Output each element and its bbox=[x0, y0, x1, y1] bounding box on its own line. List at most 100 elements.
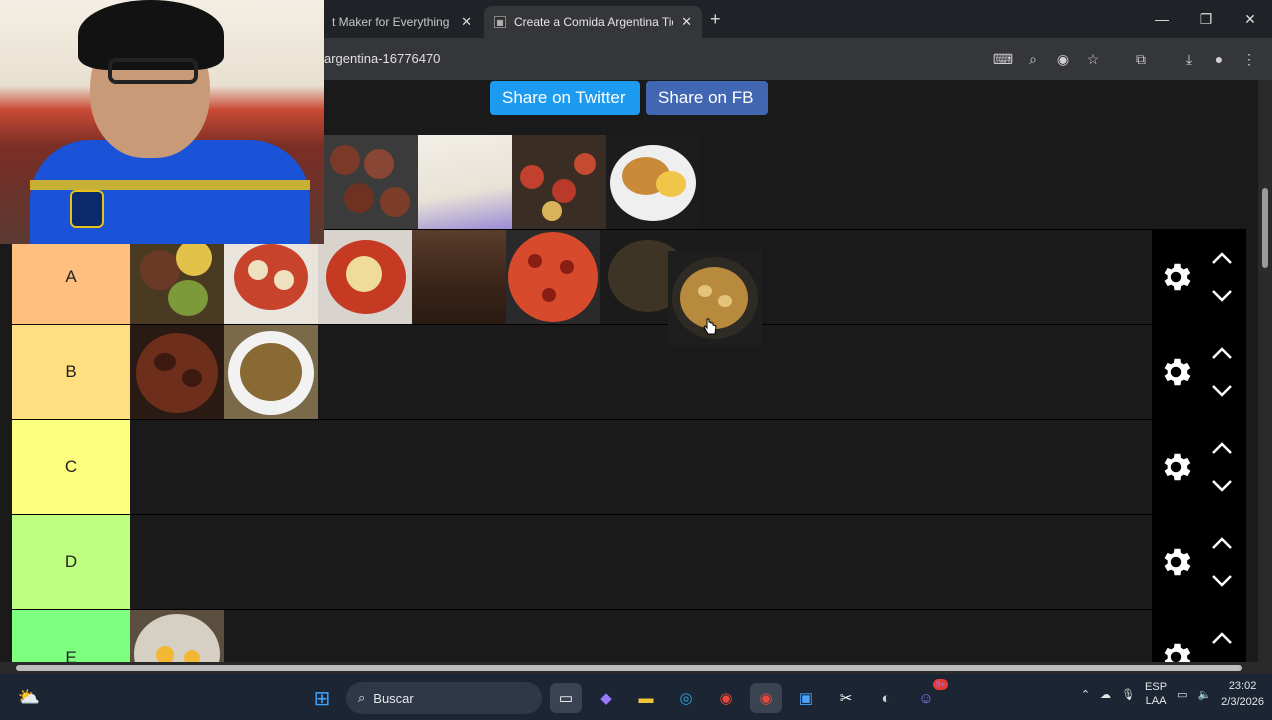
tier-row-b: B bbox=[12, 325, 1246, 420]
network-icon[interactable]: ▭ bbox=[1177, 688, 1187, 701]
bookmark-star-icon[interactable]: ☆ bbox=[1078, 51, 1108, 68]
chevron-up-icon[interactable] bbox=[1210, 345, 1234, 361]
horizontal-scrollbar[interactable] bbox=[0, 662, 1272, 674]
chevron-up-icon[interactable] bbox=[1210, 250, 1234, 266]
tab-tier-maker[interactable]: t Maker for Everything - ✕ bbox=[322, 6, 482, 38]
search-placeholder: Buscar bbox=[373, 690, 414, 706]
tier-controls-d bbox=[1152, 515, 1246, 609]
address-bar[interactable]: argentina-16776470 bbox=[322, 44, 962, 74]
weather-icon[interactable]: ⛅ bbox=[14, 682, 44, 712]
tab-title: Create a Comida Argentina Tie bbox=[514, 15, 674, 29]
window-controls: — ❐ ✕ bbox=[1140, 0, 1272, 38]
tier-label-e[interactable]: E bbox=[12, 610, 130, 662]
food-item-ravioles[interactable] bbox=[318, 230, 412, 324]
restore-button[interactable]: ❐ bbox=[1184, 0, 1228, 38]
tier-label-c[interactable]: C bbox=[12, 420, 130, 514]
tier-items-b bbox=[130, 325, 318, 419]
profile-avatar[interactable]: ● bbox=[1204, 51, 1234, 67]
webcam-jersey-badge bbox=[70, 190, 104, 228]
extensions-icon[interactable]: ⧉ bbox=[1126, 51, 1156, 68]
hand-cursor-icon bbox=[703, 318, 717, 335]
menu-icon[interactable]: ⋮ bbox=[1234, 51, 1264, 68]
notification-badge: 9+ bbox=[932, 679, 948, 690]
tier-items bbox=[324, 135, 700, 229]
tab-comida-argentina[interactable]: ▦ Create a Comida Argentina Tie ✕ bbox=[484, 6, 702, 38]
windows-start-icon[interactable]: ⊞ bbox=[306, 683, 338, 713]
tier-row-c: C bbox=[12, 420, 1246, 515]
chrome-active-icon[interactable]: ◉ bbox=[750, 683, 782, 713]
gear-icon[interactable] bbox=[1158, 259, 1194, 295]
webcam-overlay bbox=[0, 0, 324, 244]
gear-icon[interactable] bbox=[1158, 544, 1194, 580]
download-icon[interactable]: ⤓ bbox=[1174, 51, 1204, 68]
chevron-up-icon[interactable] bbox=[1210, 535, 1234, 551]
gear-icon[interactable] bbox=[1158, 354, 1194, 390]
tier-controls-b bbox=[1152, 325, 1246, 419]
onedrive-icon[interactable]: ☁ bbox=[1100, 688, 1111, 701]
food-item-pizza[interactable] bbox=[506, 230, 600, 324]
food-item-pizza-slices[interactable] bbox=[512, 135, 606, 229]
food-item-locro[interactable] bbox=[130, 230, 224, 324]
food-item-chorizo[interactable] bbox=[324, 135, 418, 229]
food-item-noquis[interactable] bbox=[224, 230, 318, 324]
chevron-down-icon[interactable] bbox=[1210, 478, 1234, 494]
new-tab-button[interactable]: + bbox=[710, 9, 721, 30]
system-tray: ⌃ ☁ 🎙 ESP LAA ▭ 🔈 23:02 2/3/2026 bbox=[1081, 678, 1264, 710]
search-icon: ⌕ bbox=[358, 690, 366, 705]
zoom-icon[interactable]: ⌕ bbox=[1018, 51, 1048, 68]
chevron-down-icon[interactable] bbox=[1210, 573, 1234, 589]
chevron-up-icon[interactable] bbox=[1210, 440, 1234, 456]
food-item-huevos-fritos[interactable] bbox=[130, 610, 224, 662]
tier-label-d[interactable]: D bbox=[12, 515, 130, 609]
store-icon[interactable]: ▣ bbox=[790, 683, 822, 713]
close-window-button[interactable]: ✕ bbox=[1228, 0, 1272, 38]
file-explorer-icon[interactable]: ▬ bbox=[630, 683, 662, 713]
vertical-scroll-thumb[interactable] bbox=[1262, 188, 1268, 268]
clock[interactable]: 23:02 2/3/2026 bbox=[1221, 678, 1264, 710]
tier-label-e-text: E bbox=[65, 648, 77, 662]
obs-icon[interactable]: ◐ bbox=[870, 683, 902, 713]
language-indicator[interactable]: ESP LAA bbox=[1145, 680, 1167, 708]
capcut-icon[interactable]: ✂ bbox=[830, 683, 862, 713]
share-twitter-button[interactable]: Share on Twitter bbox=[490, 81, 640, 115]
chevron-down-icon[interactable] bbox=[1210, 288, 1234, 304]
chevron-up-icon[interactable]: ⌃ bbox=[1081, 688, 1090, 701]
copilot-icon[interactable]: ◆ bbox=[590, 683, 622, 713]
food-item-estofado[interactable] bbox=[130, 325, 224, 419]
close-tab-icon[interactable]: ✕ bbox=[681, 14, 692, 30]
minimize-button[interactable]: — bbox=[1140, 0, 1184, 38]
tier-controls-e bbox=[1152, 610, 1246, 662]
tier-row-e: E bbox=[12, 610, 1246, 662]
horizontal-scroll-thumb[interactable] bbox=[16, 665, 1242, 671]
food-item-tallarines[interactable] bbox=[224, 325, 318, 419]
tier-items-a bbox=[130, 230, 694, 324]
gear-icon[interactable] bbox=[1158, 449, 1194, 485]
close-tab-icon[interactable]: ✕ bbox=[461, 14, 472, 30]
tier-controls-c bbox=[1152, 420, 1246, 514]
taskbar-icons: ⊞ ⌕ Buscar ▭ ◆ ▬ ◎ ◉ ◉ ▣ ✂ ◐ ☺ 9+ bbox=[306, 679, 948, 714]
tier-label-a[interactable]: A bbox=[12, 230, 130, 324]
lang-code: ESP bbox=[1145, 681, 1168, 693]
microphone-icon[interactable]: 🎙 bbox=[1121, 688, 1135, 701]
task-view-icon[interactable]: ▭ bbox=[550, 683, 582, 713]
share-fb-button[interactable]: Share on FB bbox=[646, 81, 768, 115]
tier-controls-a bbox=[1152, 230, 1246, 324]
edge-icon[interactable]: ◎ bbox=[670, 683, 702, 713]
translate-icon[interactable]: ⌨ bbox=[988, 51, 1018, 68]
tier-label-b[interactable]: B bbox=[12, 325, 130, 419]
tab-title: t Maker for Everything - bbox=[332, 15, 454, 29]
gear-icon[interactable] bbox=[1158, 639, 1194, 662]
food-item-milanesa[interactable] bbox=[606, 135, 700, 229]
taskbar-search[interactable]: ⌕ Buscar bbox=[346, 682, 542, 714]
volume-icon[interactable]: 🔈 bbox=[1197, 688, 1211, 701]
food-item-chocotorta[interactable] bbox=[412, 230, 506, 324]
chrome-icon[interactable]: ◉ bbox=[710, 683, 742, 713]
tier-items-e bbox=[130, 610, 224, 662]
chevron-down-icon[interactable] bbox=[1210, 383, 1234, 399]
eye-off-icon[interactable]: ◉ bbox=[1048, 51, 1078, 68]
chevron-up-icon[interactable] bbox=[1210, 630, 1234, 646]
toolbar-icons: ⌨ ⌕ ◉ ☆ ⧉ ⤓ ● ⋮ bbox=[988, 44, 1264, 74]
vertical-scrollbar[interactable] bbox=[1258, 80, 1272, 662]
food-item-sandwich-de-miga[interactable] bbox=[418, 135, 512, 229]
discord-icon[interactable]: ☺ 9+ bbox=[910, 679, 948, 713]
